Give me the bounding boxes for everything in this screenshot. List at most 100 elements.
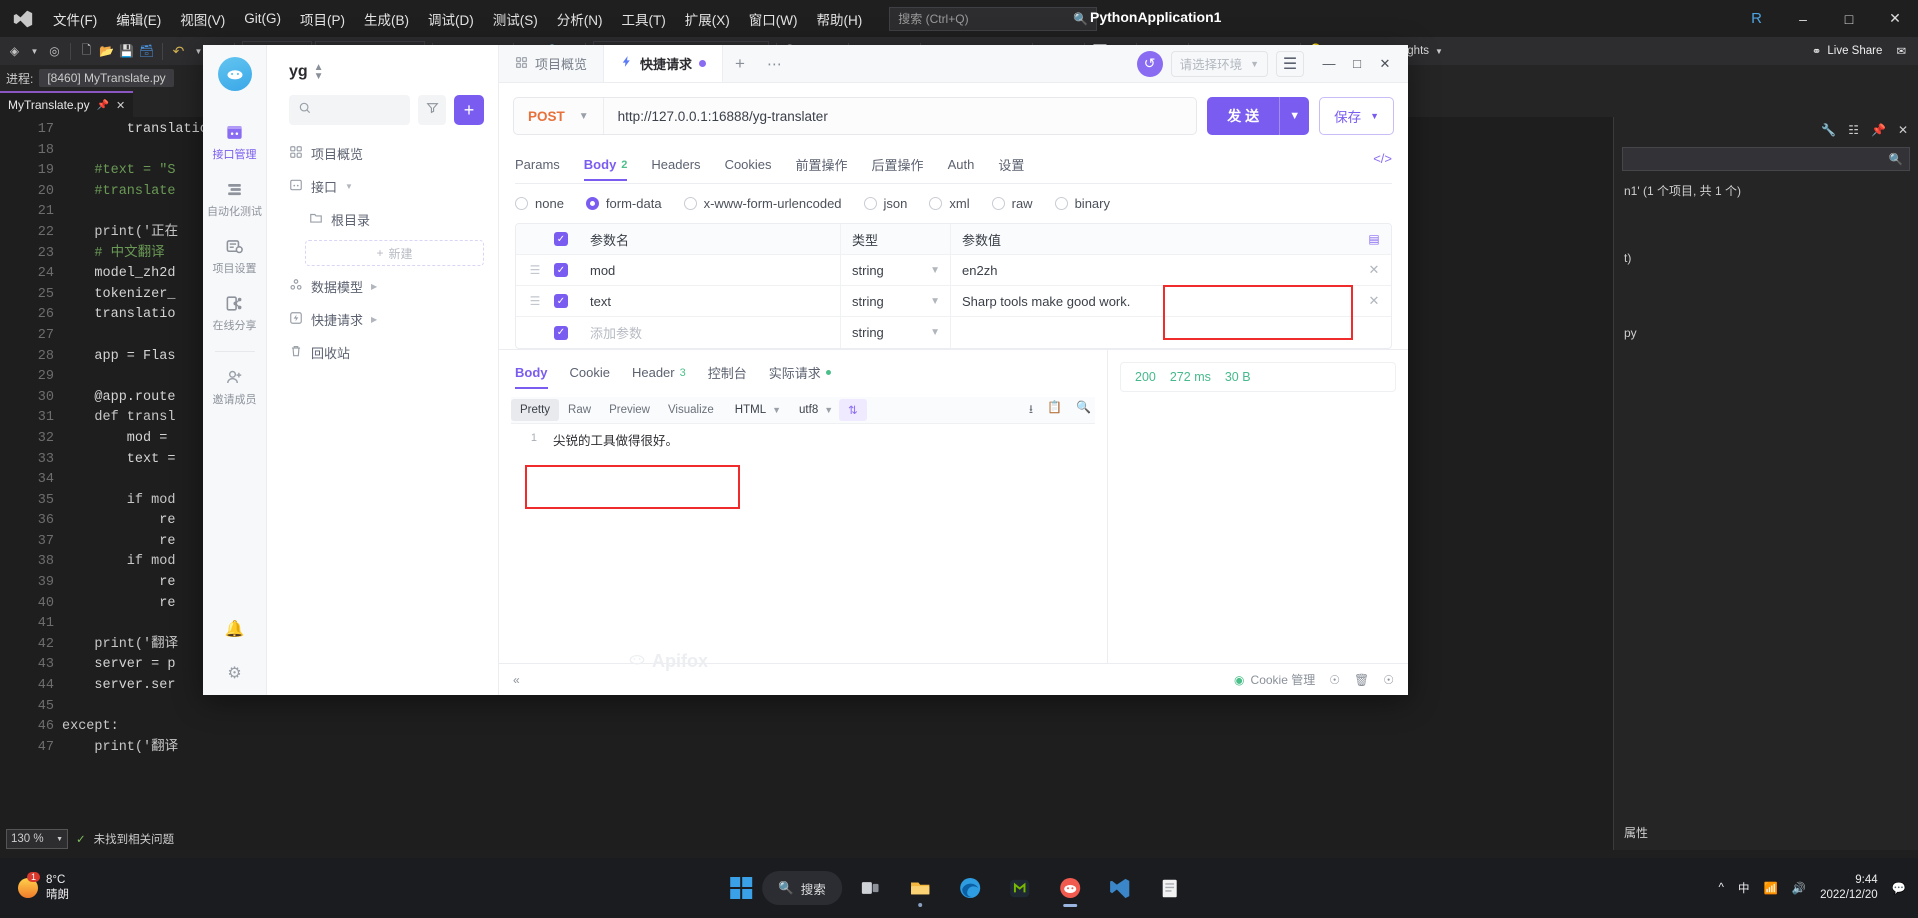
body-type-raw[interactable]: raw xyxy=(991,196,1033,211)
body-type-urlencoded[interactable]: x-www-form-urlencoded xyxy=(683,196,842,211)
navigate-forward-icon[interactable]: ◎ xyxy=(46,43,63,60)
drag-handle-icon[interactable]: ☰ xyxy=(516,263,554,277)
table-row[interactable]: ☰ ✓ text string ▼ Sharp tools make good … xyxy=(516,286,1391,317)
tree-new-button[interactable]: + 新建 xyxy=(305,240,484,266)
checkbox-checked[interactable]: ✓ xyxy=(554,232,568,246)
vs-menu-item[interactable]: 扩展(X) xyxy=(676,4,739,34)
wrap-lines-icon[interactable]: ⇅ xyxy=(839,399,867,421)
url-box[interactable]: POST ▼ http://127.0.0.1:16888/yg-transla… xyxy=(513,97,1198,135)
tree-item-interfaces[interactable]: 接口 ▼ xyxy=(267,170,498,203)
undo-icon[interactable]: ↶ xyxy=(170,43,187,60)
param-type-select[interactable]: string ▼ xyxy=(840,286,950,316)
volume-icon[interactable]: 🔊 xyxy=(1792,881,1806,895)
caret-right-icon[interactable]: ▶ xyxy=(371,282,377,291)
save-icon[interactable]: 💾 xyxy=(118,43,135,60)
param-type-select[interactable]: string ▼ xyxy=(840,255,950,285)
response-tab-actual-request[interactable]: 实际请求 xyxy=(769,357,831,391)
taskbar-nvidia-button[interactable] xyxy=(998,868,1042,908)
tab-quick-request[interactable]: 快捷请求 xyxy=(604,45,724,82)
tree-item-quick-request[interactable]: 快捷请求 ▶ xyxy=(267,303,498,336)
method-selector[interactable]: POST ▼ xyxy=(514,109,603,124)
send-dropdown-button[interactable]: ▼ xyxy=(1279,97,1310,135)
vs-menu-item[interactable]: 帮助(H) xyxy=(807,4,871,34)
request-tab-body[interactable]: Body 2 xyxy=(584,151,628,181)
tab-more-button[interactable]: ⋯ xyxy=(757,45,792,82)
body-type-none[interactable]: none xyxy=(515,196,564,211)
tree-item-root-directory[interactable]: 根目录 xyxy=(267,203,498,236)
view-mode-raw[interactable]: Raw xyxy=(559,399,600,421)
param-name-input[interactable]: mod xyxy=(590,263,840,278)
table-row[interactable]: ☰ ✓ mod string ▼ en2zh ✕ xyxy=(516,255,1391,286)
vs-menu-item[interactable]: 生成(B) xyxy=(355,4,418,34)
rail-item-invite-member[interactable]: 邀请成员 xyxy=(203,358,267,415)
rail-notifications-button[interactable]: 🔔 xyxy=(203,607,267,651)
apifox-close-button[interactable]: ✕ xyxy=(1372,51,1398,77)
param-type-select[interactable]: string ▼ xyxy=(840,317,950,348)
open-file-icon[interactable]: 📂 xyxy=(98,43,115,60)
taskbar-edge-button[interactable] xyxy=(948,868,992,908)
body-type-binary[interactable]: binary xyxy=(1054,196,1110,211)
vs-search-input[interactable]: 搜索 (Ctrl+Q) 🔍 xyxy=(889,6,1098,31)
cookie-manager-button[interactable]: ◉ Cookie 管理 xyxy=(1234,671,1315,688)
solution-search-input[interactable]: 🔍 xyxy=(1622,147,1910,171)
editor-zoom-control[interactable]: 130 % ▼ ✓ 未找到相关问题 xyxy=(6,828,174,850)
monitor-icon[interactable]: ☉ xyxy=(1329,673,1340,687)
response-tab-header[interactable]: Header 3 xyxy=(632,359,686,389)
vs-menu-item[interactable]: 调试(D) xyxy=(419,4,483,34)
new-project-icon[interactable]: 🗋 xyxy=(78,43,95,60)
zoom-dropdown[interactable]: 130 % ▼ xyxy=(6,829,68,849)
back-dropdown-icon[interactable]: ▼ xyxy=(26,43,43,60)
delete-row-icon[interactable]: ✕ xyxy=(1357,262,1391,278)
save-button[interactable]: 保存 ▼ xyxy=(1319,97,1394,135)
taskbar-weather-widget[interactable]: 1 8°C 晴朗 xyxy=(0,872,69,903)
taskbar-search[interactable]: 🔍 搜索 xyxy=(762,871,842,905)
rail-item-automated-test[interactable]: 自动化测试 xyxy=(203,170,267,227)
param-value-input[interactable] xyxy=(950,317,1357,348)
properties-icon[interactable]: 🔧 xyxy=(1821,123,1836,137)
code-snippet-icon[interactable]: </> xyxy=(1373,151,1392,166)
download-icon[interactable]: ⭳ xyxy=(1029,400,1033,421)
rail-item-project-settings[interactable]: 项目设置 xyxy=(203,227,267,284)
response-tab-body[interactable]: Body xyxy=(515,359,548,389)
trash-icon[interactable]: 🗑 xyxy=(1354,673,1369,687)
checkbox-checked[interactable]: ✓ xyxy=(554,263,568,277)
request-tab-params[interactable]: Params xyxy=(515,151,560,181)
copy-icon[interactable]: 📋 xyxy=(1047,400,1062,421)
param-name-input[interactable]: text xyxy=(590,294,840,309)
caret-down-icon[interactable]: ▼ xyxy=(345,182,353,191)
user-avatar[interactable] xyxy=(217,57,252,91)
request-tab-headers[interactable]: Headers xyxy=(651,151,700,181)
apifox-minimize-button[interactable]: — xyxy=(1316,51,1342,77)
drag-handle-icon[interactable]: ☰ xyxy=(516,294,554,308)
taskbar-task-view-button[interactable] xyxy=(848,868,892,908)
tree-add-button[interactable]: + xyxy=(454,95,484,125)
url-input[interactable]: http://127.0.0.1:16888/yg-translater xyxy=(604,109,842,124)
vs-menubar[interactable]: 文件(F) 编辑(E) 视图(V) Git(G) 项目(P) 生成(B) 调试(… xyxy=(44,4,871,34)
taskbar-notepad-button[interactable] xyxy=(1148,868,1192,908)
vs-menu-item[interactable]: 窗口(W) xyxy=(740,4,807,34)
environment-selector[interactable]: 请选择环境 ▼ xyxy=(1170,50,1268,77)
process-value[interactable]: [8460] MyTranslate.py xyxy=(39,69,174,87)
rail-settings-button[interactable]: ⚙ xyxy=(203,651,267,695)
close-icon[interactable]: ✕ xyxy=(1898,123,1908,137)
taskbar-vscode-button[interactable] xyxy=(1098,868,1142,908)
delete-row-icon[interactable]: ✕ xyxy=(1357,293,1391,309)
caret-right-icon[interactable]: ▶ xyxy=(371,315,377,324)
rail-item-online-share[interactable]: 在线分享 xyxy=(203,284,267,341)
search-icon[interactable]: 🔍 xyxy=(1076,400,1091,421)
network-icon[interactable]: 📶 xyxy=(1763,881,1777,895)
tree-item-recycle-bin[interactable]: 回收站 xyxy=(267,336,498,369)
vs-account-badge[interactable]: R xyxy=(1751,10,1762,27)
vs-menu-item[interactable]: 工具(T) xyxy=(613,4,675,34)
project-selector[interactable]: yg ▲ ▼ xyxy=(267,45,498,95)
vs-menu-item[interactable]: 视图(V) xyxy=(171,4,234,34)
tree-item-data-model[interactable]: 数据模型 ▶ xyxy=(267,270,498,303)
tree-item-project-overview[interactable]: 项目概览 xyxy=(267,137,498,170)
tray-expand-icon[interactable]: ^ xyxy=(1719,882,1724,894)
taskbar-clock[interactable]: 9:44 2022/12/20 xyxy=(1820,873,1878,903)
param-name-input-placeholder[interactable]: 添加参数 xyxy=(590,323,840,342)
request-tab-pre-operation[interactable]: 前置操作 xyxy=(796,149,848,183)
vs-menu-item[interactable]: 文件(F) xyxy=(44,4,106,34)
body-type-xml[interactable]: xml xyxy=(929,196,970,211)
apifox-maximize-button[interactable]: □ xyxy=(1344,51,1370,77)
